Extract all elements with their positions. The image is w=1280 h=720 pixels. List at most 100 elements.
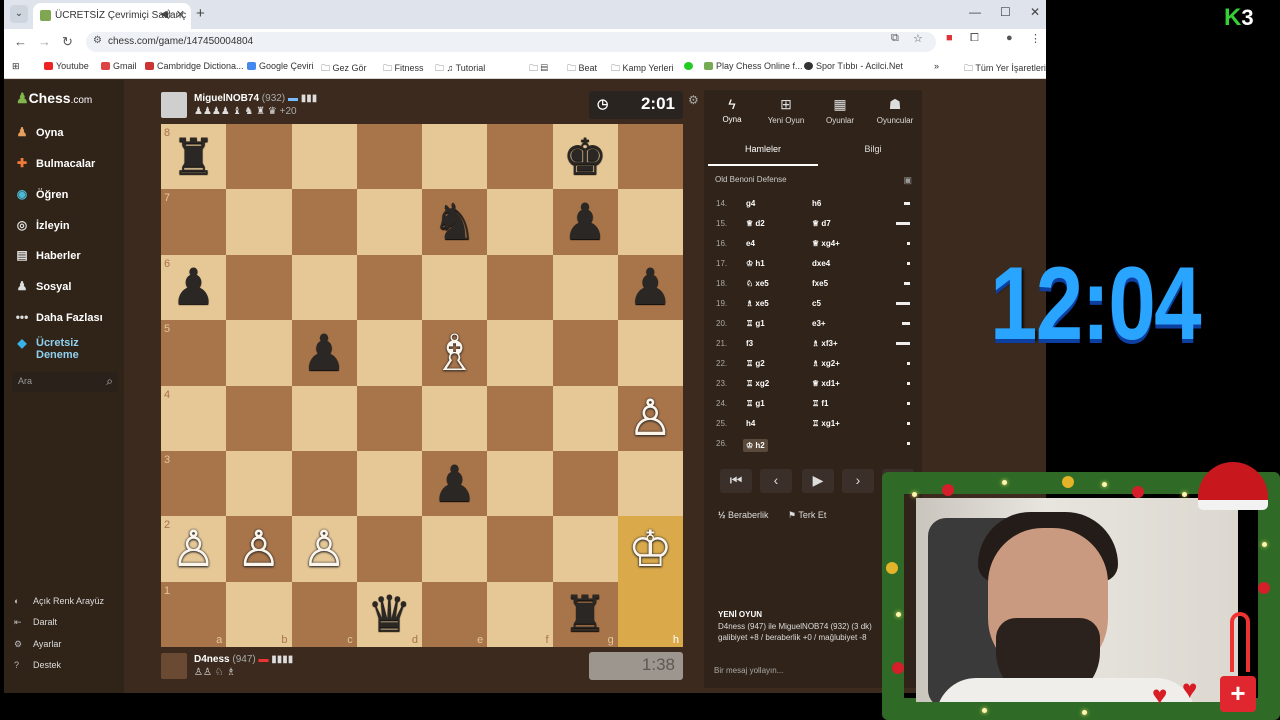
forward-icon[interactable]: →: [38, 34, 51, 49]
white-move[interactable]: ♖ g2: [746, 359, 765, 368]
nav-more[interactable]: ••• Daha Fazlası: [14, 310, 103, 330]
square-c5[interactable]: ♟: [291, 320, 357, 386]
square-h2[interactable]: ♔: [617, 516, 683, 582]
nav-play[interactable]: ♟ Oyna: [14, 125, 64, 145]
reload-icon[interactable]: ↻: [62, 34, 73, 50]
bookmark-youtube[interactable]: Youtube: [44, 61, 89, 71]
square-b4[interactable]: [226, 385, 292, 451]
square-c7[interactable]: [291, 189, 357, 255]
square-g2[interactable]: [552, 516, 618, 582]
bookmark-play-chess[interactable]: Play Chess Online f...: [704, 61, 803, 71]
square-d2[interactable]: [356, 516, 422, 582]
profile-avatar-icon[interactable]: ●: [1006, 32, 1013, 44]
bookmark-star-icon[interactable]: ☆: [913, 32, 923, 45]
top-player-name[interactable]: MiguelNOB74 (932) ▬ ▮▮▮: [194, 93, 317, 104]
square-g4[interactable]: [552, 385, 618, 451]
square-b6[interactable]: [226, 254, 292, 321]
bookmark-all[interactable]: 🗀 Tüm Yer İşaretleri: [964, 61, 1046, 77]
square-d1[interactable]: d ♛: [356, 581, 422, 648]
chess-piece[interactable]: ♚: [553, 124, 618, 189]
chess-piece[interactable]: ♜: [161, 124, 226, 189]
white-move[interactable]: h4: [746, 419, 755, 428]
chess-piece[interactable]: ♟: [161, 255, 226, 320]
black-move[interactable]: fxe5: [812, 279, 828, 288]
bookmark-cambridge[interactable]: Cambridge Dictiona...: [145, 61, 244, 71]
bookmarks-overflow-icon[interactable]: »: [934, 61, 939, 71]
white-move[interactable]: e4: [746, 239, 755, 248]
square-h4[interactable]: ♙: [617, 385, 683, 451]
square-d4[interactable]: [356, 385, 422, 451]
square-h3[interactable]: [617, 451, 683, 517]
square-g6[interactable]: [552, 254, 618, 321]
avatar[interactable]: [161, 653, 187, 679]
chess-piece[interactable]: ♛: [357, 582, 422, 647]
square-g1[interactable]: g ♜: [552, 581, 618, 648]
square-f4[interactable]: [487, 385, 553, 451]
chess-piece[interactable]: ♜: [553, 582, 618, 647]
black-move[interactable]: c5: [812, 299, 821, 308]
play-button[interactable]: ▶: [802, 469, 834, 493]
minimize-icon[interactable]: —: [969, 5, 981, 19]
white-move[interactable]: ♖ g1: [746, 319, 765, 328]
bookmark-spor[interactable]: Spor Tıbbı - Acilci.Net: [804, 61, 903, 71]
nav-free-trial[interactable]: ◆ Ücretsiz Deneme: [14, 337, 119, 361]
chess-board[interactable]: 8 ♜ ♚ 7 ♞ ♟ 6 ♟ ♟ 5 ♟ ♗ 4 ♙ 3 ♟ 2 ♙ ♙ ♙ ♔ 1 a b c d ♛ e f g ♜ h: [161, 124, 683, 648]
white-move[interactable]: ♖ xg2: [746, 379, 769, 388]
square-a4[interactable]: 4: [161, 385, 227, 451]
speaker-icon[interactable]: ◀): [160, 9, 171, 20]
bookmark-folder[interactable]: 🗀 Kamp Yerleri: [611, 61, 674, 77]
square-f8[interactable]: [487, 124, 553, 190]
white-move[interactable]: g4: [746, 199, 755, 208]
first-move-button[interactable]: ⏮: [720, 469, 752, 493]
new-tab-icon[interactable]: +: [196, 5, 205, 22]
nav-learn[interactable]: ◉ Öğren: [14, 187, 69, 207]
tab-moves[interactable]: Hamleler: [708, 142, 818, 166]
resign-button[interactable]: ⚑ Terk Et: [788, 510, 826, 521]
white-move[interactable]: ♔ h1: [746, 259, 765, 268]
black-move[interactable]: e3+: [812, 319, 826, 328]
apps-grid-icon[interactable]: ⊞: [12, 61, 20, 72]
square-e4[interactable]: [422, 385, 488, 451]
menu-kebab-icon[interactable]: ⋮: [1030, 32, 1041, 45]
chess-piece[interactable]: ♗: [422, 320, 487, 385]
square-b2[interactable]: ♙: [226, 516, 292, 582]
square-h8[interactable]: [617, 124, 683, 190]
square-f3[interactable]: [487, 451, 553, 517]
white-move[interactable]: ♗ xe5: [746, 299, 769, 308]
square-c6[interactable]: [291, 254, 357, 321]
tab-games[interactable]: ▦ Oyunlar: [813, 96, 867, 125]
next-move-button[interactable]: ›: [842, 469, 874, 493]
square-d7[interactable]: [356, 189, 422, 255]
square-g8[interactable]: ♚: [552, 124, 618, 190]
square-f1[interactable]: f: [487, 581, 553, 648]
square-h1[interactable]: h: [617, 581, 683, 648]
search-input[interactable]: Ara ⌕: [12, 372, 118, 392]
square-e7[interactable]: ♞: [422, 189, 488, 255]
square-a3[interactable]: 3: [161, 451, 227, 517]
chess-piece[interactable]: ♙: [292, 516, 357, 581]
square-g7[interactable]: ♟: [552, 189, 618, 255]
draw-button[interactable]: ½ Beraberlik: [718, 510, 769, 520]
square-d3[interactable]: [356, 451, 422, 517]
bookmark-folder[interactable]: 🗀 Beat: [567, 61, 597, 77]
square-c2[interactable]: ♙: [291, 516, 357, 582]
chess-piece[interactable]: ♟: [422, 451, 487, 516]
tab-play[interactable]: ϟ Oyna: [705, 96, 759, 124]
square-c4[interactable]: [291, 385, 357, 451]
black-move[interactable]: ♕ xd1+: [812, 379, 840, 388]
tab-new-game[interactable]: ⊞ Yeni Oyun: [759, 96, 813, 125]
square-f7[interactable]: [487, 189, 553, 255]
white-move[interactable]: ♘ xe5: [746, 279, 769, 288]
nav-watch[interactable]: ◎ İzleyin: [14, 218, 70, 238]
chess-piece[interactable]: ♔: [618, 516, 683, 581]
square-c1[interactable]: c: [291, 581, 357, 648]
light-theme-toggle[interactable]: ◐ Açık Renk Arayüz: [14, 596, 104, 606]
chat-input[interactable]: Bir mesaj yollayın...: [714, 666, 783, 675]
square-d8[interactable]: [356, 124, 422, 190]
chess-piece[interactable]: ♟: [553, 189, 618, 254]
nav-puzzles[interactable]: ✚ Bulmacalar: [14, 156, 95, 176]
chess-piece[interactable]: ♙: [226, 516, 291, 581]
black-move[interactable]: ♖ f1: [812, 399, 829, 408]
square-e5[interactable]: ♗: [422, 320, 488, 386]
tab-search-button[interactable]: ⌄: [10, 5, 28, 23]
